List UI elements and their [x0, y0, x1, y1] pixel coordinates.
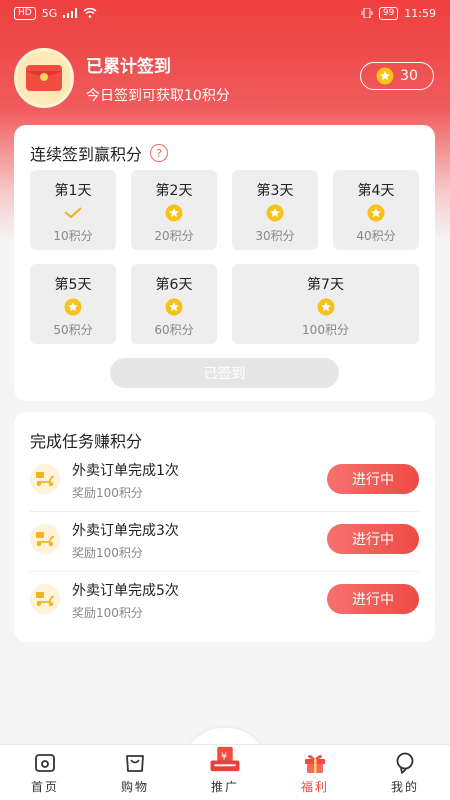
coin-count: 30	[400, 68, 418, 84]
task-in-progress-button[interactable]: 进行中	[327, 524, 419, 554]
status-bar: HD 5G 99 11:59	[0, 0, 450, 26]
tab-label: 福利	[300, 780, 329, 794]
task-in-progress-button[interactable]: 进行中	[327, 584, 419, 614]
day-label: 第4天	[357, 183, 395, 199]
promote-icon: ¥	[210, 746, 240, 772]
task-reward: 奖励100积分	[72, 486, 143, 500]
shopping-bag-icon	[126, 755, 144, 772]
coin-icon	[165, 298, 183, 316]
signin-card: 连续签到赢积分 ? 第1天 10积分 第2天 20积分 第3天 30积分 第4天…	[14, 125, 435, 401]
profile-icon	[396, 752, 414, 774]
avatar[interactable]	[14, 48, 74, 108]
day-label: 第2天	[155, 183, 193, 199]
signed-in-button[interactable]: 已签到	[110, 358, 339, 388]
hd-indicator: HD	[14, 6, 36, 20]
day-points: 30积分	[255, 229, 295, 243]
signin-summary-title: 已累计签到	[86, 56, 171, 77]
tab-home[interactable]: 首页	[0, 745, 90, 800]
signin-summary-subtitle: 今日签到可获取10积分	[86, 87, 230, 104]
day-label: 第7天	[307, 277, 344, 293]
task-reward: 奖励100积分	[72, 546, 143, 560]
tasks-card: 完成任务赚积分 外卖订单完成1次 奖励100积分 进行中 外卖订单完成3次 奖励…	[14, 412, 435, 642]
signin-day-6: 第6天 60积分	[131, 264, 217, 344]
delivery-scooter-icon	[36, 532, 54, 547]
coin-icon	[64, 298, 82, 316]
day-label: 第1天	[54, 183, 92, 199]
signin-day-7: 第7天 100积分	[232, 264, 419, 344]
gift-icon	[305, 755, 325, 773]
day-points: 60积分	[154, 323, 194, 337]
task-name: 外卖订单完成1次	[72, 463, 179, 479]
tab-shopping[interactable]: 购物	[90, 745, 180, 800]
task-in-progress-button[interactable]: 进行中	[327, 464, 419, 494]
home-icon	[35, 754, 55, 772]
coin-icon	[266, 204, 284, 222]
network-indicator: 5G	[41, 6, 58, 20]
task-icon	[30, 584, 60, 614]
day-points: 40积分	[356, 229, 396, 243]
checkmark-icon	[64, 207, 82, 219]
task-row: 外卖订单完成3次 奖励100积分 进行中	[30, 512, 419, 572]
red-envelope-icon	[26, 65, 62, 91]
coin-icon	[376, 67, 394, 85]
tab-label: 购物	[120, 780, 149, 794]
tab-mine[interactable]: 我的	[360, 745, 450, 800]
bottom-tab-bar: 首页 购物 ¥ 推广 福利 我的	[0, 744, 450, 800]
day-label: 第5天	[54, 277, 92, 293]
tab-welfare[interactable]: 福利	[270, 745, 360, 800]
delivery-scooter-icon	[36, 592, 54, 607]
day-points: 20积分	[154, 229, 194, 243]
task-row: 外卖订单完成5次 奖励100积分 进行中	[30, 572, 419, 632]
tab-label: 首页	[30, 780, 59, 794]
day-label: 第6天	[155, 277, 193, 293]
day-points: 50积分	[53, 323, 93, 337]
tab-label: 我的	[390, 780, 419, 794]
clock: 11:59	[404, 6, 436, 20]
tasks-card-title: 完成任务赚积分	[30, 432, 143, 451]
task-name: 外卖订单完成5次	[72, 583, 179, 599]
task-name: 外卖订单完成3次	[72, 523, 179, 539]
signin-day-2: 第2天 20积分	[131, 170, 217, 250]
signin-day-4: 第4天 40积分	[333, 170, 419, 250]
signin-day-3: 第3天 30积分	[232, 170, 318, 250]
signin-day-1: 第1天 10积分	[30, 170, 116, 250]
day-label: 第3天	[256, 183, 294, 199]
task-reward: 奖励100积分	[72, 606, 143, 620]
tab-label: 推广	[210, 780, 239, 794]
signin-day-5: 第5天 50积分	[30, 264, 116, 344]
day-points: 10积分	[53, 229, 93, 243]
wifi-icon	[83, 8, 97, 18]
vibrate-icon	[361, 8, 373, 18]
signal-icon	[63, 8, 78, 18]
tab-promote[interactable]: ¥ 推广	[180, 745, 270, 800]
coin-icon	[367, 204, 385, 222]
task-icon	[30, 524, 60, 554]
coin-icon	[317, 298, 334, 316]
help-icon[interactable]: ?	[150, 144, 169, 162]
delivery-scooter-icon	[36, 472, 54, 487]
battery-indicator: 99	[378, 6, 399, 20]
coin-balance[interactable]: 30	[360, 62, 434, 90]
signin-card-title: 连续签到赢积分	[30, 145, 143, 164]
profile-header: 已累计签到 今日签到可获取10积分	[14, 48, 230, 108]
day-points: 100积分	[302, 323, 349, 337]
task-icon	[30, 464, 60, 494]
task-row: 外卖订单完成1次 奖励100积分 进行中	[30, 452, 419, 512]
coin-icon	[165, 204, 183, 222]
